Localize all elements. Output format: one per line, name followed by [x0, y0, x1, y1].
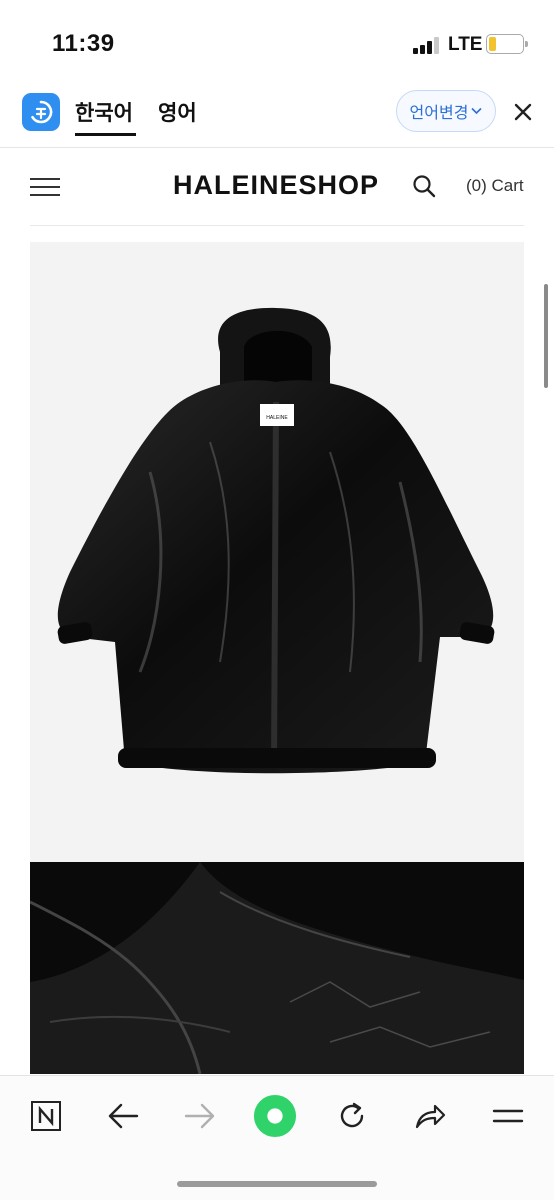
tab-korean[interactable]: 한국어: [75, 97, 133, 127]
naver-n-icon[interactable]: [24, 1094, 68, 1138]
share-icon[interactable]: [408, 1094, 452, 1138]
translate-bar: 한국어 영어 언어변경: [0, 82, 554, 148]
tab-english[interactable]: 영어: [158, 97, 197, 127]
product-image-detail[interactable]: [30, 862, 524, 1074]
search-icon[interactable]: [412, 174, 436, 198]
site-header: HALEINESHOP (0) Cart: [0, 148, 554, 226]
header-divider: [30, 225, 524, 226]
home-indicator: [177, 1181, 377, 1187]
jacket-label: HALEINE: [266, 415, 288, 421]
status-time: 11:39: [52, 30, 115, 57]
brand-logo[interactable]: HALEINESHOP: [173, 170, 379, 201]
product-image-main[interactable]: HALEINE: [30, 242, 524, 862]
jacket-illustration: HALEINE: [57, 307, 495, 774]
signal-strength-icon: [413, 36, 439, 54]
browser-toolbar: [0, 1075, 554, 1200]
change-language-label: 언어변경: [409, 105, 469, 122]
cart-link[interactable]: (0) Cart: [466, 176, 524, 196]
close-icon[interactable]: [510, 99, 536, 125]
green-home-circle-icon[interactable]: [253, 1094, 297, 1138]
refresh-icon[interactable]: [330, 1094, 374, 1138]
network-type: LTE: [448, 34, 483, 55]
scrollbar-thumb[interactable]: [544, 284, 548, 388]
selected-tab-underline: [75, 133, 136, 136]
chevron-down-icon: [471, 105, 483, 117]
menu-icon[interactable]: [486, 1094, 530, 1138]
status-bar: 11:39 LTE: [0, 0, 554, 80]
back-arrow-icon[interactable]: [101, 1094, 145, 1138]
battery-icon: [486, 34, 528, 54]
papago-translate-icon[interactable]: [22, 93, 60, 131]
leather-closeup-illustration: [30, 862, 524, 1074]
menu-icon[interactable]: [30, 178, 60, 196]
forward-arrow-icon[interactable]: [178, 1094, 222, 1138]
change-language-button[interactable]: 언어변경: [396, 90, 496, 132]
